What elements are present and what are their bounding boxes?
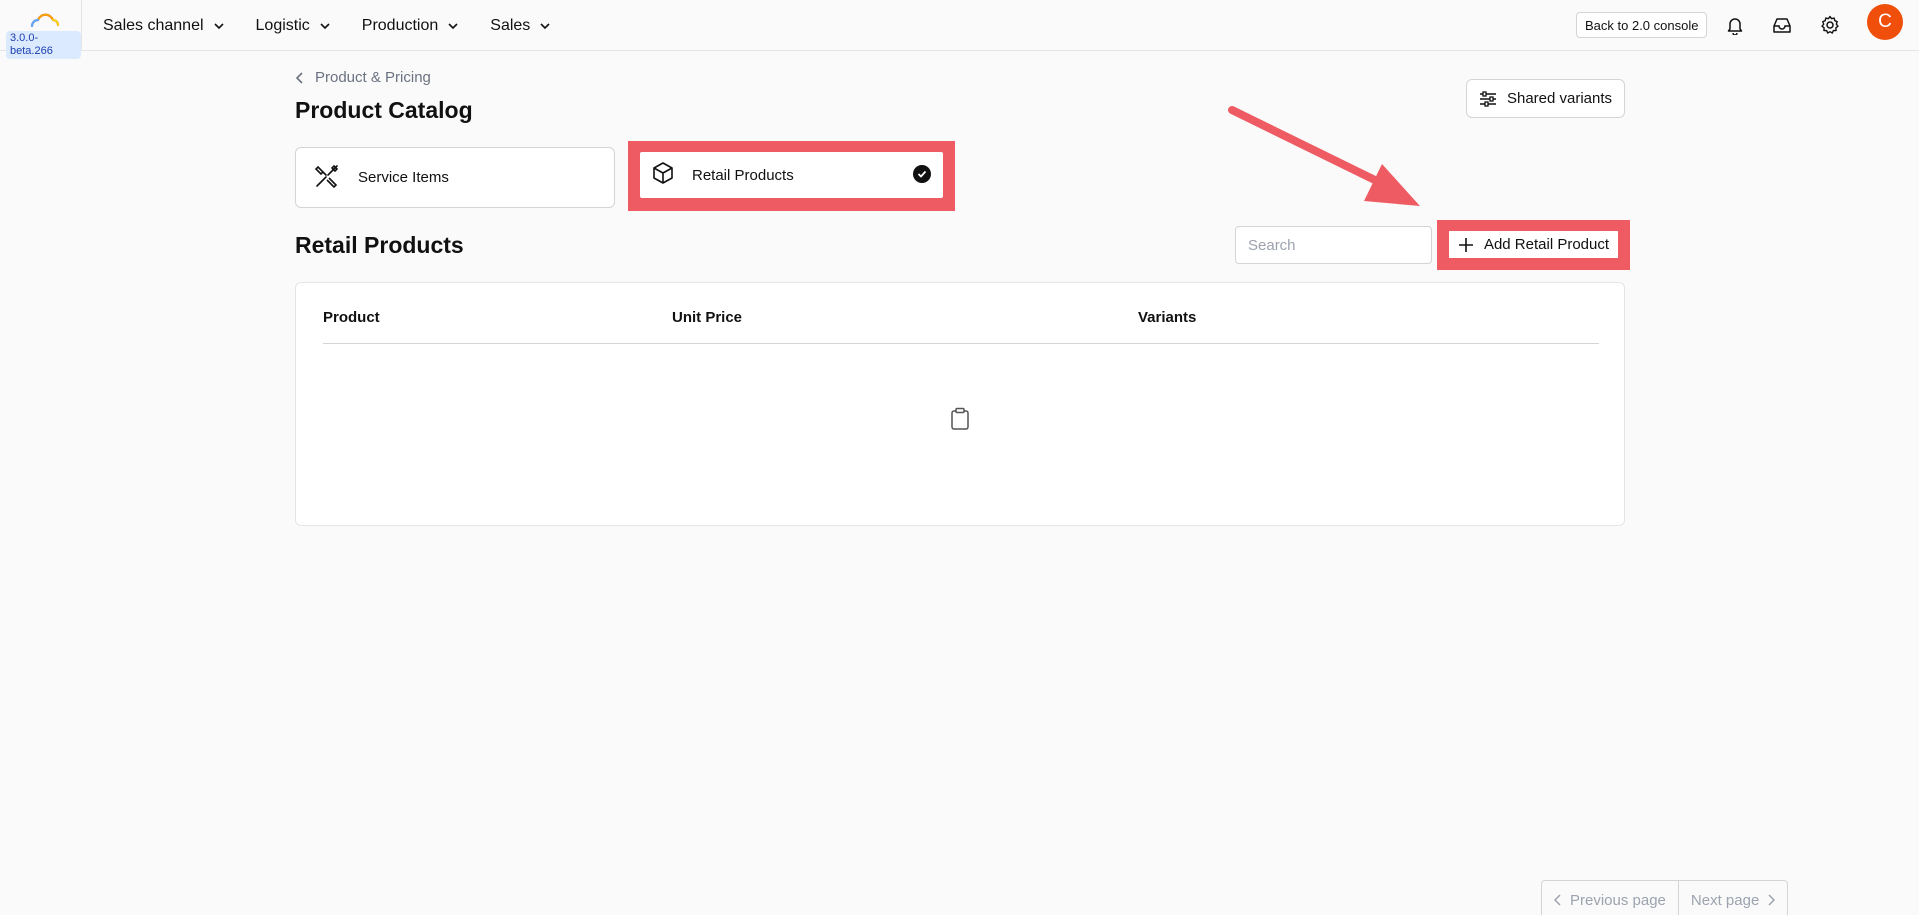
chevron-left-icon bbox=[295, 71, 303, 84]
next-page-label: Next page bbox=[1690, 891, 1760, 909]
catalog-type-retail-products[interactable]: Retail Products bbox=[640, 152, 943, 198]
user-avatar[interactable]: C bbox=[1867, 4, 1903, 40]
tools-icon bbox=[314, 163, 340, 193]
nav-item-sales[interactable]: Sales bbox=[490, 17, 552, 35]
previous-page-label: Previous page bbox=[1570, 891, 1666, 909]
column-header-unit-price[interactable]: Unit Price bbox=[672, 309, 742, 326]
retail-products-table: Product Unit Price Variants bbox=[295, 282, 1625, 526]
breadcrumb[interactable]: Product & Pricing bbox=[295, 69, 431, 86]
catalog-type-label: Retail Products bbox=[692, 166, 794, 184]
column-header-product[interactable]: Product bbox=[323, 309, 380, 326]
next-page-button[interactable]: Next page bbox=[1677, 881, 1787, 915]
nav-item-label: Sales bbox=[490, 16, 531, 34]
annotation-arrow-icon bbox=[1228, 106, 1420, 206]
column-header-variants[interactable]: Variants bbox=[1138, 309, 1196, 326]
chevron-down-icon bbox=[448, 22, 458, 29]
table-header: Product Unit Price Variants bbox=[323, 283, 1599, 344]
plus-icon bbox=[1458, 237, 1473, 252]
sliders-icon bbox=[1479, 90, 1496, 107]
gear-icon[interactable] bbox=[1819, 14, 1841, 36]
chevron-left-icon bbox=[1554, 894, 1561, 906]
chevron-right-icon bbox=[1768, 894, 1776, 906]
box-icon bbox=[650, 160, 676, 190]
add-retail-product-button[interactable]: Add Retail Product bbox=[1449, 231, 1618, 258]
inbox-icon[interactable] bbox=[1771, 14, 1793, 36]
nav-item-sales-channel[interactable]: Sales channel bbox=[103, 17, 226, 35]
pagination: Previous page Next page bbox=[1541, 880, 1789, 915]
section-title: Retail Products bbox=[295, 232, 464, 258]
nav-item-label: Sales channel bbox=[103, 16, 204, 34]
search-input[interactable] bbox=[1235, 226, 1432, 264]
shared-variants-label: Shared variants bbox=[1506, 90, 1613, 107]
nav-item-label: Production bbox=[361, 16, 439, 34]
nav-item-logistic[interactable]: Logistic bbox=[256, 17, 332, 35]
cloud-logo-icon bbox=[30, 13, 60, 28]
top-bar: 3.0.0-beta.266 Sales channel Logistic Pr… bbox=[0, 0, 1919, 59]
main-nav: Sales channel Logistic Production Sales bbox=[103, 0, 552, 51]
add-retail-product-label: Add Retail Product bbox=[1483, 236, 1610, 253]
page-title: Product Catalog bbox=[295, 97, 473, 123]
catalog-type-service-items[interactable]: Service Items bbox=[295, 147, 615, 208]
shared-variants-button[interactable]: Shared variants bbox=[1466, 79, 1625, 118]
chevron-down-icon bbox=[213, 22, 224, 29]
chevron-down-icon bbox=[540, 22, 550, 29]
version-badge: 3.0.0-beta.266 bbox=[6, 31, 81, 59]
chevron-down-icon bbox=[320, 22, 330, 29]
nav-item-production[interactable]: Production bbox=[362, 17, 461, 35]
back-to-console-button[interactable]: Back to 2.0 console bbox=[1576, 12, 1708, 38]
check-circle-icon bbox=[913, 165, 931, 183]
previous-page-button[interactable]: Previous page bbox=[1542, 881, 1678, 915]
clipboard-icon bbox=[950, 407, 970, 436]
nav-item-label: Logistic bbox=[255, 16, 310, 34]
breadcrumb-label: Product & Pricing bbox=[315, 69, 431, 86]
app-logo[interactable]: 3.0.0-beta.266 bbox=[0, 0, 82, 59]
bell-icon[interactable] bbox=[1724, 14, 1746, 36]
catalog-type-label: Service Items bbox=[358, 169, 449, 186]
